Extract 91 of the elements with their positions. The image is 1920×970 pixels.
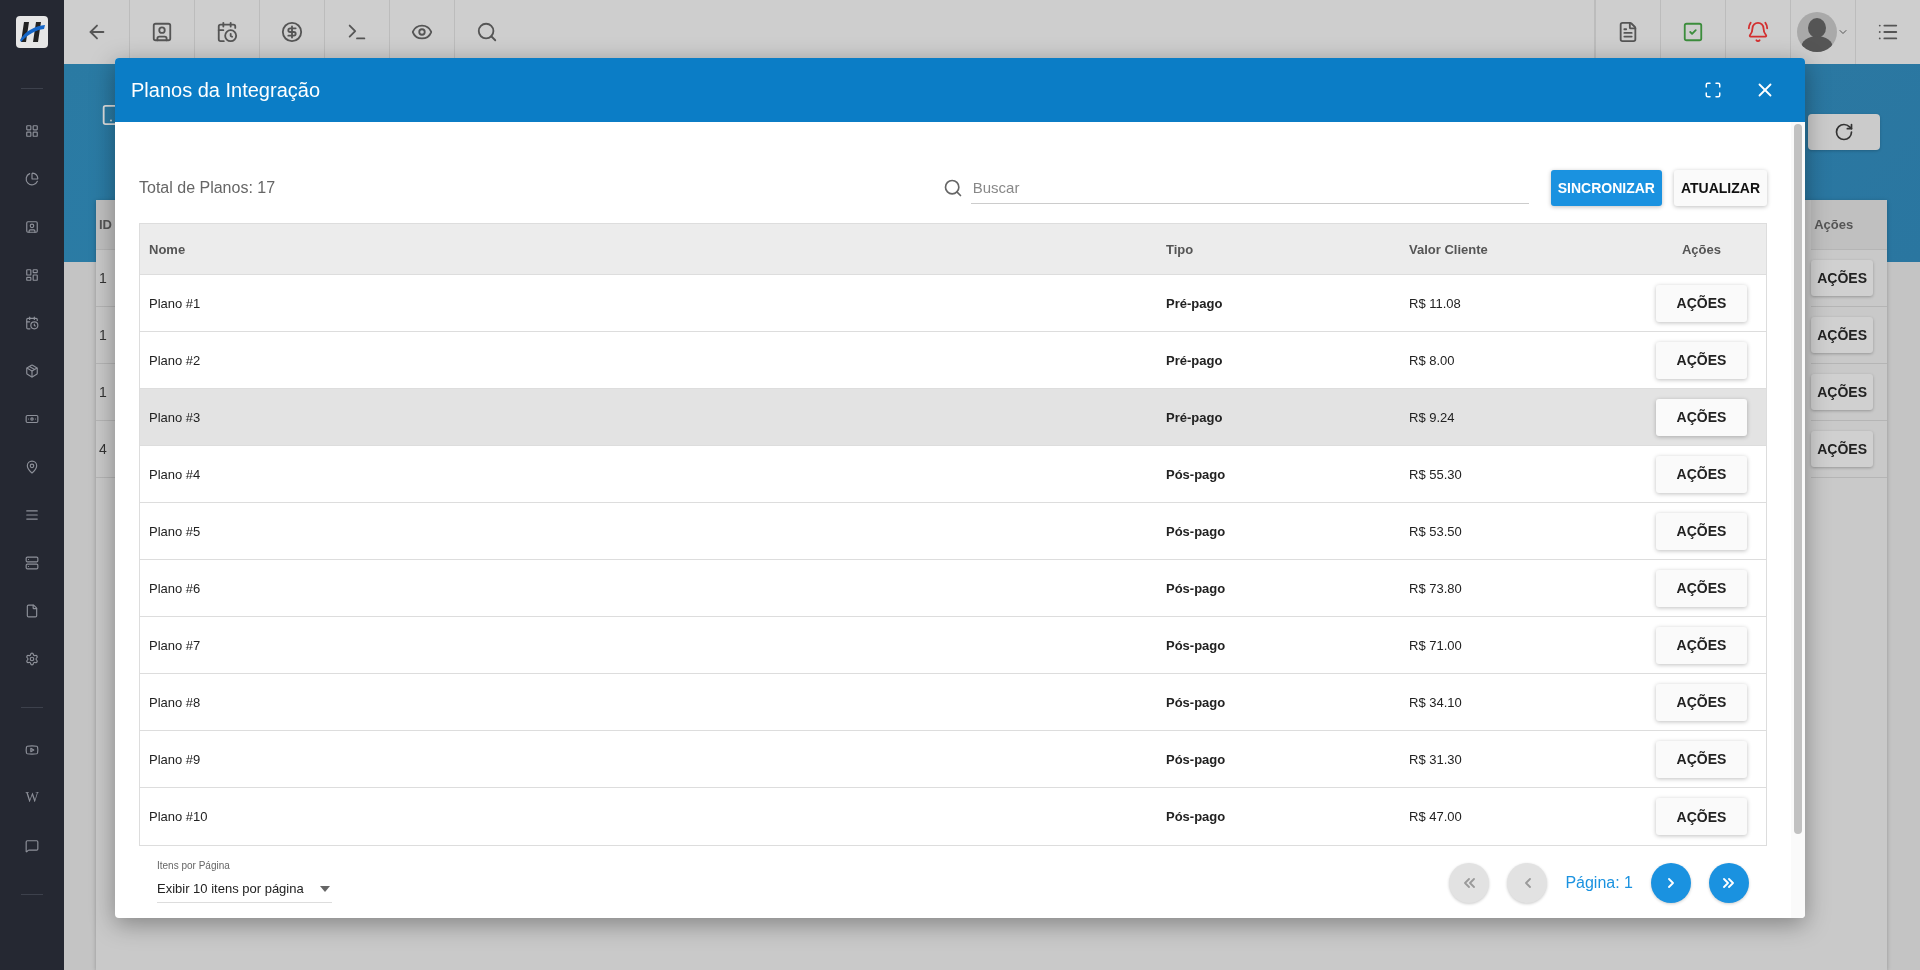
table-cell-text: Pré-pago	[1165, 352, 1224, 368]
table-cell-text: R$ 55.30	[1408, 466, 1463, 482]
table-cell-text: R$ 34.10	[1408, 694, 1463, 710]
table-cell-text: Plano #3	[148, 409, 202, 425]
table-cell-text: R$ 11.08	[1408, 295, 1462, 311]
pie-chart-icon[interactable]	[25, 172, 39, 186]
chevron-left-icon	[1523, 878, 1531, 888]
table-cell-text: Plano #1	[148, 295, 202, 311]
chevron-right-icon	[1667, 878, 1675, 888]
table-cell-text: Plano #9	[148, 751, 202, 767]
pdf-file-icon[interactable]	[1617, 21, 1639, 43]
table-cell-text: Plano #2	[148, 352, 202, 368]
board-icon[interactable]	[25, 268, 39, 282]
actions-button[interactable]: AÇÕES	[1655, 569, 1748, 607]
dialog-title: Planos da Integração	[131, 78, 322, 102]
table-cell-text: Pré-pago	[1165, 295, 1224, 311]
table-cell-text: Pós-pago	[1165, 523, 1227, 539]
actions-button[interactable]: AÇÕES	[1655, 740, 1748, 778]
grid-icon[interactable]	[25, 124, 39, 138]
double-chevron-right-icon	[1723, 878, 1735, 888]
table-cell-text: R$ 71.00	[1408, 637, 1463, 653]
actions-button[interactable]: AÇÕES	[1655, 683, 1748, 721]
scrollbar-thumb[interactable]	[1794, 124, 1802, 834]
actions-button[interactable]: AÇÕES	[1811, 260, 1873, 296]
table-cell-text: Plano #6	[148, 580, 202, 596]
field-label: Itens por Página	[157, 860, 231, 871]
table-cell-text: Plano #10	[148, 809, 209, 824]
total-count: Total de Planos: 17	[139, 179, 277, 197]
page-indicator: Página: 1	[1565, 874, 1633, 892]
items-per-page-select[interactable]: Exibir 10 itens por página	[157, 877, 332, 903]
actions-button[interactable]: AÇÕES	[1655, 455, 1748, 493]
refresh-button[interactable]	[1808, 114, 1880, 150]
actions-button[interactable]: AÇÕES	[1655, 512, 1748, 550]
table-cell-text: R$ 31.30	[1408, 751, 1463, 767]
list-icon[interactable]	[25, 508, 39, 522]
table-cell-text: Pós-pago	[1165, 751, 1227, 767]
box-icon[interactable]	[25, 364, 39, 378]
search-icon[interactable]	[476, 21, 498, 43]
table-cell-text: Pós-pago	[1165, 809, 1227, 824]
calendar-clock-icon[interactable]	[216, 21, 238, 43]
caret-icon	[319, 885, 330, 892]
table-cell-text: Plano #7	[148, 637, 202, 653]
actions-button[interactable]: AÇÕES	[1655, 798, 1748, 835]
column-header: Nome	[148, 241, 187, 257]
table-cell-text: Plano #4	[148, 466, 202, 482]
actions-button[interactable]: AÇÕES	[1655, 341, 1748, 379]
column-header: Valor Cliente	[1408, 241, 1489, 257]
table-cell-text: R$ 9.24	[1408, 409, 1456, 425]
table-cell-text: Pré-pago	[1165, 409, 1224, 425]
last-page-button[interactable]	[1709, 863, 1749, 903]
document-icon[interactable]	[25, 604, 39, 618]
search-icon	[942, 178, 963, 198]
double-chevron-left-icon	[1463, 878, 1476, 888]
settings-icon[interactable]	[25, 652, 39, 666]
contact-card-icon[interactable]	[151, 21, 173, 43]
table-cell-text: Pós-pago	[1165, 637, 1227, 653]
actions-button[interactable]: AÇÕES	[1655, 626, 1748, 664]
table-cell-text: R$ 8.00	[1408, 352, 1456, 368]
calendar-clock-icon[interactable]	[25, 316, 39, 330]
actions-button[interactable]: AÇÕES	[1655, 398, 1748, 436]
server-icon[interactable]	[25, 556, 39, 570]
maximize-icon	[1704, 81, 1722, 99]
column-header: Ações	[1681, 241, 1722, 257]
actions-button[interactable]: AÇÕES	[1811, 374, 1873, 410]
table-cell-text: Pós-pago	[1165, 694, 1227, 710]
dollar-icon[interactable]	[281, 21, 303, 43]
table-cell-text: Pós-pago	[1165, 580, 1227, 596]
actions-button[interactable]: AÇÕES	[1811, 317, 1873, 353]
logo-icon[interactable]	[16, 16, 48, 48]
table-cell-text: R$ 47.00	[1408, 809, 1463, 824]
check-square-icon[interactable]	[1682, 21, 1704, 43]
banknote-icon[interactable]	[25, 412, 39, 426]
chat-icon[interactable]	[25, 839, 39, 853]
table-cell-text: Pós-pago	[1165, 466, 1227, 482]
next-page-button[interactable]	[1651, 863, 1691, 903]
table-cell-text: R$ 73.80	[1408, 580, 1463, 596]
contact-card-icon[interactable]	[25, 220, 39, 234]
actions-button[interactable]: AÇÕES	[1811, 431, 1873, 467]
update-button[interactable]: ATUALIZAR	[1673, 170, 1767, 206]
table-cell-text: Plano #8	[148, 694, 202, 710]
bell-icon[interactable]	[1747, 21, 1769, 43]
column-header: Ações	[1811, 200, 1887, 250]
table-cell-text: R$ 53.50	[1408, 523, 1463, 539]
actions-button[interactable]: AÇÕES	[1655, 284, 1748, 322]
wiki-glyph[interactable]: W	[25, 790, 39, 806]
refresh-icon	[1834, 122, 1854, 142]
table-cell-text: Plano #5	[148, 523, 202, 539]
map-pin-icon[interactable]	[25, 460, 39, 474]
column-header: Tipo	[1165, 241, 1195, 257]
video-play-icon[interactable]	[25, 743, 39, 757]
avatar-silhouette[interactable]	[1797, 12, 1837, 52]
